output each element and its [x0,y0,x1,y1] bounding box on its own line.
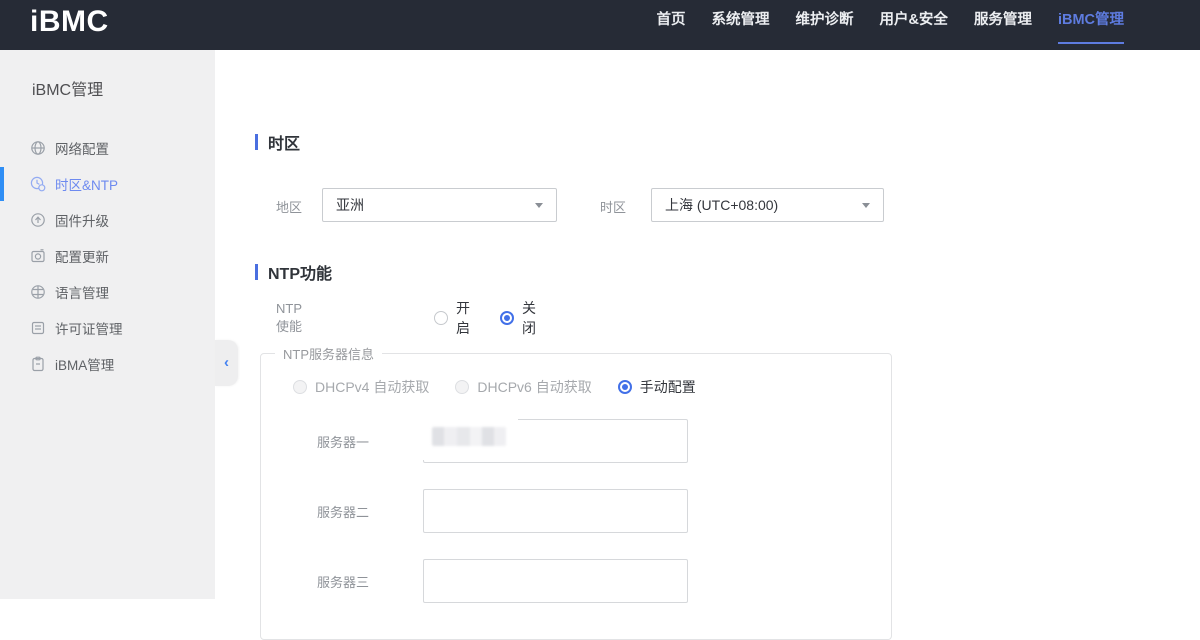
sidebar-menu: 网络配置 时区&NTP 固件升级 配置更 [0,130,215,382]
server-two-label: 服务器二 [317,502,423,521]
sidebar-item-label: 配置更新 [55,246,109,266]
radio-ntp-off[interactable]: 关闭 [500,298,536,338]
main-content: 时区 地区 亚洲 时区 上海 (UTC+08:00) NTP功能 NTP使能 开… [240,50,1200,599]
sidebar-item-label: 许可证管理 [55,318,123,338]
ibma-icon [30,356,46,372]
nav-item-home[interactable]: 首页 [656,0,685,50]
timezone-select[interactable]: 上海 (UTC+08:00) [651,188,884,222]
sidebar-item-label: iBMA管理 [55,354,114,374]
region-select-value: 亚洲 [336,195,364,215]
sidebar-item-ibma[interactable]: iBMA管理 [0,346,215,382]
top-navbar: iBMC 首页 系统管理 维护诊断 用户&安全 服务管理 iBMC管理 [0,0,1200,50]
timezone-label: 时区 [600,197,626,216]
language-icon [30,284,46,300]
sidebar-item-timezone-ntp[interactable]: 时区&NTP [0,166,215,202]
sidebar: iBMC管理 网络配置 时区&NTP 固件升 [0,50,215,599]
server-three-label: 服务器三 [317,572,423,591]
timezone-select-value: 上海 (UTC+08:00) [665,195,778,215]
radio-circle-disabled-icon [455,380,469,394]
radio-circle-checked-icon [500,311,514,325]
network-icon [30,140,46,156]
server-one-input[interactable] [423,419,688,463]
server-two-input[interactable] [423,489,688,533]
server-three-input[interactable] [423,559,688,603]
firmware-upgrade-icon [30,212,46,228]
server-two-row: 服务器二 [317,489,891,533]
license-icon [30,320,46,336]
server-three-row: 服务器三 [317,559,891,603]
top-nav-menu: 首页 系统管理 维护诊断 用户&安全 服务管理 iBMC管理 [656,0,1200,50]
sidebar-item-language[interactable]: 语言管理 [0,274,215,310]
section-accent-bar [255,134,258,150]
ntp-enable-radio-group: 开启 关闭 [434,298,536,338]
radio-dhcpv4-auto: DHCPv4 自动获取 [293,377,429,397]
radio-circle-checked-icon [618,380,632,394]
radio-circle-disabled-icon [293,380,307,394]
nav-item-services[interactable]: 服务管理 [974,0,1032,50]
nav-item-maintenance[interactable]: 维护诊断 [795,0,853,50]
timezone-section-header: 时区 [255,130,300,154]
ntp-server-mode-radio-group: DHCPv4 自动获取 DHCPv6 自动获取 手动配置 [293,377,891,397]
chevron-left-icon: ‹ [224,355,229,370]
ntp-server-info-legend: NTP服务器信息 [275,344,382,363]
region-label: 地区 [276,197,302,216]
ntp-section-header: NTP功能 [255,260,332,284]
active-tab-underline [1058,42,1124,44]
nav-item-system[interactable]: 系统管理 [711,0,769,50]
chevron-down-icon [535,203,543,208]
server-three-input-wrap [423,559,688,603]
sidebar-item-network-config[interactable]: 网络配置 [0,130,215,166]
sidebar-item-firmware-upgrade[interactable]: 固件升级 [0,202,215,238]
sidebar-item-license[interactable]: 许可证管理 [0,310,215,346]
sidebar-item-label: 时区&NTP [55,174,118,194]
timezone-form-row: 地区 亚洲 时区 上海 (UTC+08:00) [240,188,1200,222]
section-accent-bar [255,264,258,280]
radio-dhcpv6-auto: DHCPv6 自动获取 [455,377,591,397]
server-one-label: 服务器一 [317,432,423,451]
radio-ntp-on[interactable]: 开启 [434,298,470,338]
ntp-section-title: NTP功能 [268,260,332,284]
sidebar-item-label: 固件升级 [55,210,109,230]
ibmc-logo: iBMC [30,5,109,39]
sidebar-item-config-update[interactable]: 配置更新 [0,238,215,274]
radio-manual-config[interactable]: 手动配置 [618,377,696,397]
server-two-input-wrap [423,489,688,533]
config-update-icon [30,248,46,264]
timezone-clock-icon [30,176,46,192]
server-one-input-wrap [423,419,688,463]
ntp-server-info-group: NTP服务器信息 DHCPv4 自动获取 DHCPv6 自动获取 手动配置 服务… [260,344,892,640]
sidebar-collapse-button[interactable]: ‹ [215,340,238,386]
sidebar-item-label: 语言管理 [55,282,109,302]
sidebar-title: iBMC管理 [0,50,215,100]
ntp-enable-label: NTP使能 [276,301,302,335]
region-select[interactable]: 亚洲 [322,188,557,222]
chevron-down-icon [862,203,870,208]
nav-item-ibmc-management[interactable]: iBMC管理 [1058,0,1124,50]
nav-item-user-security[interactable]: 用户&安全 [879,0,947,50]
server-one-row: 服务器一 [317,419,891,463]
radio-circle-icon [434,311,448,325]
timezone-section-title: 时区 [268,130,300,154]
sidebar-item-label: 网络配置 [55,138,109,158]
